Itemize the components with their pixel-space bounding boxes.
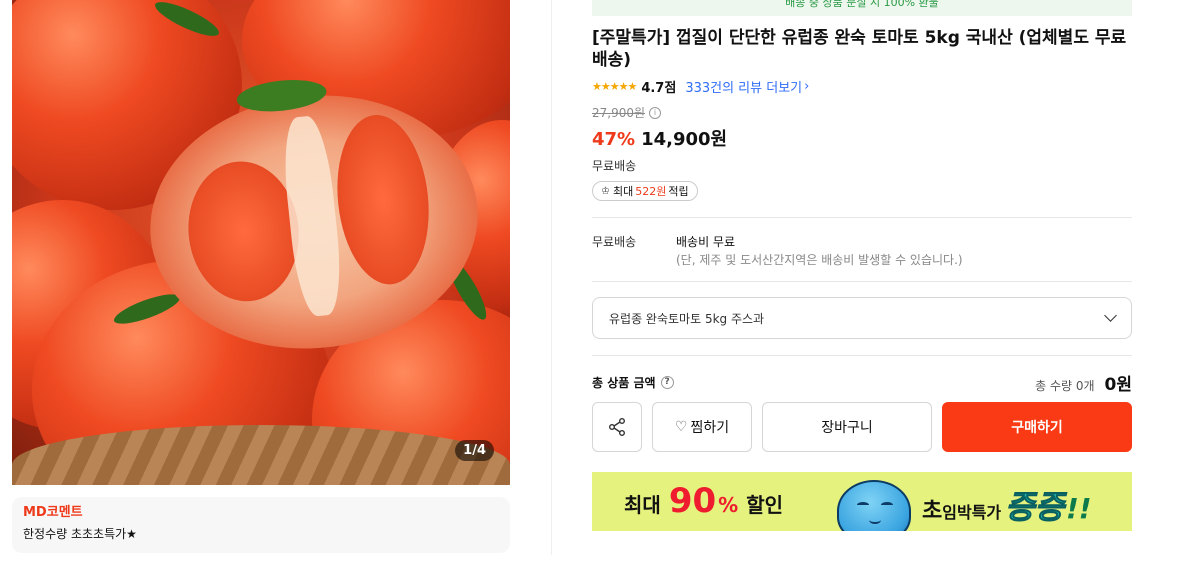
md-comment-text: 한정수량 초초초특가★ <box>23 527 137 541</box>
promo-pre: 최대 <box>624 493 661 517</box>
review-more-link[interactable]: 333건의 리뷰 더보기 <box>685 77 802 96</box>
promo-cho: 초 <box>922 499 943 524</box>
top-notice-banner: 배송 중 상품 분실 시 100% 환불 <box>592 0 1132 16</box>
shipping-label: 무료배송 <box>592 235 637 249</box>
promo-big: 증증 <box>1005 488 1065 527</box>
help-icon[interactable]: ? <box>660 376 674 389</box>
mascot-eye <box>857 502 869 508</box>
promo-number: 90 <box>668 481 717 521</box>
promo-discount-text: 최대 90 % 할인 <box>624 481 783 521</box>
md-comment-box: MD코멘트 한정수량 초초초특가★ <box>12 497 510 553</box>
heart-icon: ♡ <box>674 419 688 435</box>
top-notice-text: 배송 중 상품 분실 시 100% 환불 <box>785 0 939 9</box>
points-badge: ♔ 최대 522원 적립 <box>592 181 698 201</box>
original-price: 27,900원 <box>592 106 646 120</box>
promo-event-title: 초 임박특가 증증 !! <box>922 482 1092 528</box>
points-prefix: 최대 <box>612 185 634 198</box>
cart-label: 장바구니 <box>821 420 873 436</box>
shipping-fee: 배송비 무료 <box>676 235 736 249</box>
product-main-image[interactable]: 1/4 <box>12 0 510 485</box>
mascot-eye <box>881 502 893 508</box>
promo-bang: !! <box>1066 492 1092 525</box>
discount-rate: 47% <box>592 129 636 150</box>
divider <box>592 281 1132 282</box>
shipping-summary: 무료배송 <box>592 159 637 173</box>
crown-icon: ♔ <box>601 185 610 197</box>
chevron-right-icon[interactable]: › <box>804 79 809 94</box>
total-summary: 총 수량 0개 0원 <box>1035 370 1132 395</box>
rating-score: 4.7점 <box>641 80 677 96</box>
share-icon <box>609 418 625 436</box>
promo-banner[interactable]: 최대 90 % 할인 초 임박특가 증증 !! <box>592 472 1132 531</box>
info-icon[interactable]: i <box>649 106 662 119</box>
buy-label: 구매하기 <box>1011 420 1063 436</box>
cart-button[interactable]: 장바구니 <box>762 402 932 452</box>
divider <box>592 355 1132 356</box>
mascot-icon <box>837 480 911 531</box>
shipping-note: (단, 제주 및 도서산간지역은 배송비 발생할 수 있습니다.) <box>676 253 963 267</box>
promo-percent: % <box>718 493 739 517</box>
option-selected-value: 유럽종 완숙토마토 5kg 주스과 <box>609 311 765 326</box>
option-select[interactable]: 유럽종 완숙토마토 5kg 주스과 <box>592 297 1132 339</box>
total-amount: 0원 <box>1104 375 1132 395</box>
sale-price: 14,900원 <box>641 129 728 150</box>
share-button[interactable] <box>592 402 642 452</box>
tomato-stem <box>235 76 328 116</box>
price-row: 47% 14,900원 <box>592 125 727 151</box>
points-amount: 522원 <box>635 185 667 198</box>
star-rating-icon: ★★★★★ <box>592 79 637 93</box>
mascot-mouth <box>869 516 881 524</box>
buy-button[interactable]: 구매하기 <box>942 402 1132 452</box>
wishlist-button[interactable]: ♡ 찜하기 <box>652 402 752 452</box>
tomato-chamber <box>329 110 437 289</box>
md-comment-title: MD코멘트 <box>23 505 83 520</box>
promo-post: 할인 <box>746 493 783 517</box>
column-divider <box>551 0 552 555</box>
product-title: [주말특가] 껍질이 단단한 유럽종 완숙 토마토 5kg 국내산 (업체별도 … <box>592 28 1127 70</box>
total-quantity: 총 수량 0개 <box>1035 379 1095 393</box>
rating-row: ★★★★★ 4.7점 333건의 리뷰 더보기 › <box>592 77 809 96</box>
points-suffix: 적립 <box>668 185 689 198</box>
total-price-label-row: 총 상품 금액 ? <box>592 374 674 391</box>
promo-small: 임박특가 <box>942 503 1002 522</box>
original-price-row: 27,900원 i <box>592 104 662 121</box>
tomato-core <box>279 114 346 318</box>
total-price-label: 총 상품 금액 <box>592 376 656 390</box>
wishlist-label: 찜하기 <box>690 420 730 436</box>
divider <box>592 217 1132 218</box>
image-page-indicator: 1/4 <box>455 440 494 461</box>
chevron-down-icon <box>1104 309 1117 322</box>
